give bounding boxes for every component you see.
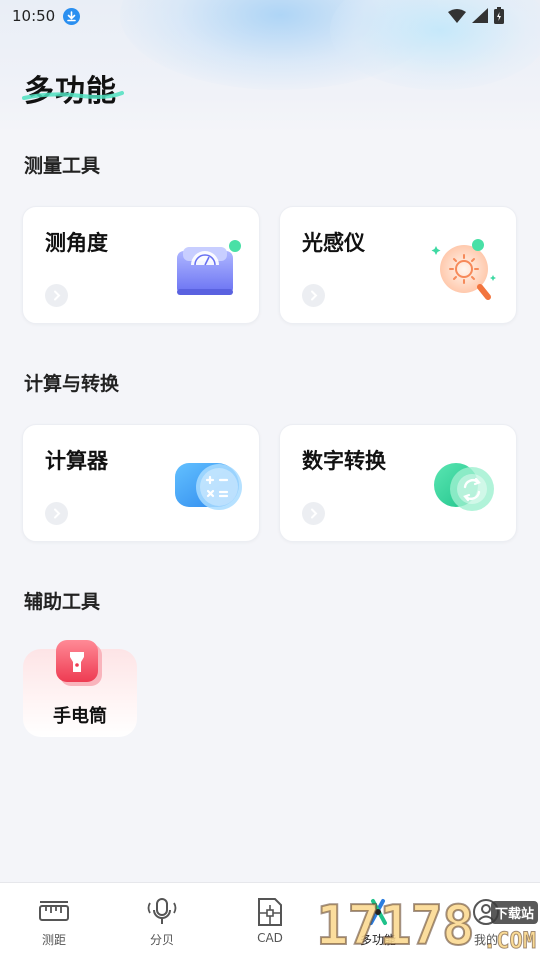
watermark-logo: 17178 下载站 .COM: [315, 893, 540, 959]
calculator-icon: [175, 463, 242, 510]
tab-measure-distance[interactable]: 测距: [0, 883, 108, 960]
watermark-suffix: .COM: [483, 929, 537, 955]
card-label: 计算器: [45, 449, 108, 473]
section-title-calc: 计算与转换: [24, 373, 120, 395]
section-title-measure: 测量工具: [24, 155, 101, 177]
page-title: 多功能: [24, 74, 117, 109]
wifi-icon: [448, 8, 466, 23]
tab-cad[interactable]: CAD: [216, 883, 324, 960]
watermark-digits: 17178: [315, 893, 476, 958]
chevron-right-icon: [302, 284, 325, 307]
section-title-aux: 辅助工具: [24, 591, 101, 613]
flashlight-icon: [56, 640, 102, 686]
microphone-icon: [147, 898, 177, 924]
cad-icon: [258, 898, 282, 926]
card-angle-measure[interactable]: 测角度: [22, 206, 260, 324]
card-label: 数字转换: [302, 449, 386, 473]
battery-icon: [494, 7, 504, 24]
signal-icon: [472, 8, 488, 23]
download-icon: [63, 7, 81, 25]
protractor-icon: [177, 240, 241, 295]
card-light-sensor[interactable]: 光感仪: [279, 206, 517, 324]
watermark-badge: 下载站: [490, 901, 538, 924]
chevron-right-icon: [302, 502, 325, 525]
number-convert-icon: [434, 463, 494, 511]
status-bar: 10:50: [0, 0, 540, 32]
card-label: 光感仪: [302, 231, 365, 255]
status-time: 10:50: [12, 7, 56, 25]
chevron-right-icon: [45, 502, 68, 525]
light-sensor-icon: [431, 239, 496, 300]
tab-label: 测距: [41, 933, 66, 947]
tab-label: CAD: [257, 931, 283, 945]
tab-decibel[interactable]: 分贝: [108, 883, 216, 960]
tab-label: 分贝: [149, 933, 174, 947]
card-label: 手电筒: [53, 706, 107, 727]
title-underline-decoration: [22, 91, 124, 100]
card-number-convert[interactable]: 数字转换: [279, 424, 517, 542]
card-flashlight[interactable]: 手电筒: [23, 640, 137, 737]
card-label: 测角度: [45, 231, 108, 255]
chevron-right-icon: [45, 284, 68, 307]
card-calculator[interactable]: 计算器: [22, 424, 260, 542]
ruler-icon: [39, 901, 69, 921]
